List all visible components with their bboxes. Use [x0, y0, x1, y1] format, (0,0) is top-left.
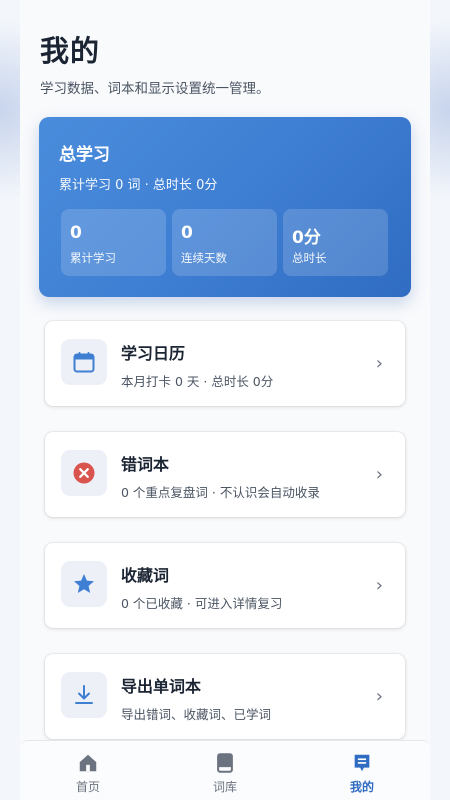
profile-page: 我的 学习数据、词本和显示设置统一管理。 总学习 累计学习 0 词 · 总时长 … [20, 0, 430, 800]
book-icon [217, 753, 233, 773]
stat-label: 总时长 [292, 251, 327, 265]
chevron-right-icon: › [375, 575, 383, 596]
star-icon [61, 561, 107, 607]
home-icon [79, 754, 97, 772]
chevron-right-icon: › [375, 686, 383, 707]
menu-item-export-wordbook[interactable]: 导出单词本 导出错词、收藏词、已学词 › [45, 654, 405, 739]
download-icon [61, 672, 107, 718]
menu-item-title: 导出单词本 [121, 677, 202, 696]
menu-item-title: 收藏词 [121, 566, 170, 585]
stat-value: 0 [70, 223, 82, 243]
menu-item-subtitle: 本月打卡 0 天 · 总时长 0分 [121, 374, 274, 389]
bottom-tab-bar: 首页 词库 我的 [20, 740, 430, 800]
menu-item-favorite-words[interactable]: 收藏词 0 个已收藏 · 可进入详情复习 › [45, 543, 405, 628]
stats-title: 总学习 [59, 145, 110, 165]
tab-library[interactable]: 词库 [157, 741, 293, 800]
stat-label: 连续天数 [181, 251, 227, 265]
chevron-right-icon: › [375, 464, 383, 485]
page-subtitle: 学习数据、词本和显示设置统一管理。 [40, 81, 270, 97]
calendar-icon [61, 339, 107, 385]
stat-label: 累计学习 [70, 251, 116, 265]
menu-item-title: 学习日历 [121, 344, 186, 363]
profile-card-icon [354, 754, 370, 772]
menu-item-subtitle: 0 个重点复盘词 · 不认识会自动收录 [121, 485, 320, 500]
page-title: 我的 [40, 34, 101, 68]
menu-item-study-calendar[interactable]: 学习日历 本月打卡 0 天 · 总时长 0分 › [45, 321, 405, 406]
chevron-right-icon: › [375, 353, 383, 374]
stat-total-words: 0 累计学习 [61, 209, 166, 276]
tab-profile[interactable]: 我的 [294, 741, 430, 800]
stat-streak-days: 0 连续天数 [172, 209, 277, 276]
menu-item-subtitle: 0 个已收藏 · 可进入详情复习 [121, 596, 283, 611]
menu-item-subtitle: 导出错词、收藏词、已学词 [121, 707, 272, 722]
menu-item-title: 错词本 [121, 455, 170, 474]
menu-item-wrong-words[interactable]: 错词本 0 个重点复盘词 · 不认识会自动收录 › [45, 432, 405, 517]
stat-value: 0 [181, 223, 193, 243]
tab-label: 我的 [349, 780, 374, 794]
tab-label: 首页 [75, 780, 100, 794]
tab-label: 词库 [212, 780, 237, 794]
stat-total-duration: 0分 总时长 [283, 209, 388, 276]
total-study-card: 总学习 累计学习 0 词 · 总时长 0分 0 累计学习 0 连续天数 0分 总… [39, 117, 411, 297]
stats-summary: 累计学习 0 词 · 总时长 0分 [59, 178, 218, 193]
tab-home[interactable]: 首页 [20, 741, 156, 800]
error-circle-icon [61, 450, 107, 496]
stat-value: 0分 [292, 228, 321, 248]
